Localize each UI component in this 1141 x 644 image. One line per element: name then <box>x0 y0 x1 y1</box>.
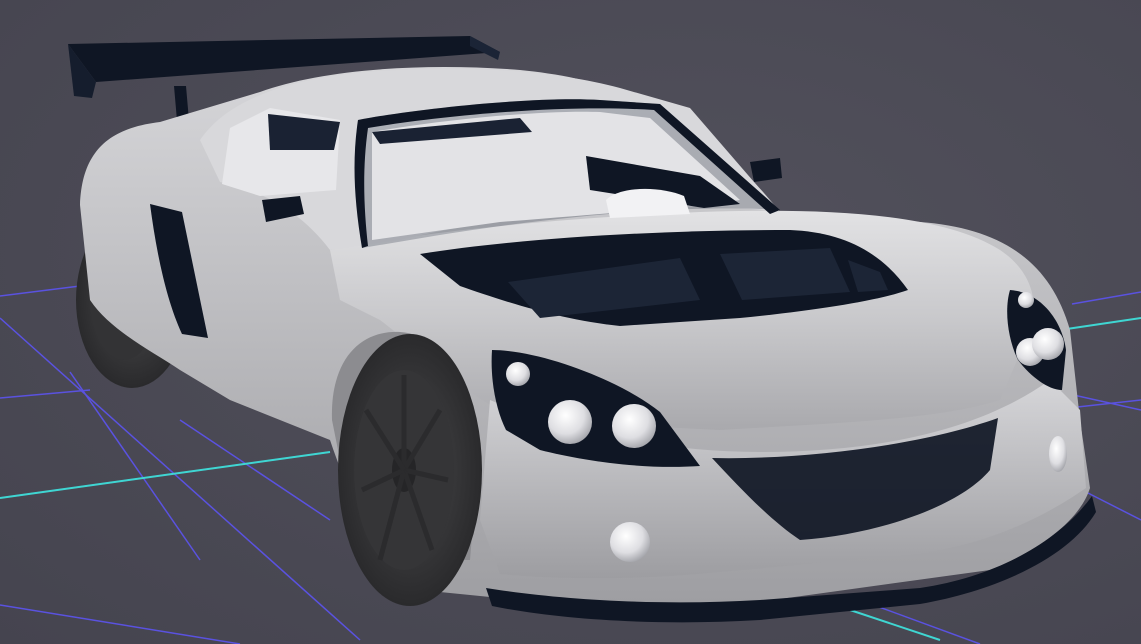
scene-canvas <box>0 36 1141 644</box>
car-model[interactable] <box>68 36 1096 623</box>
right-fog-light <box>1049 436 1067 472</box>
hood-vent-right <box>720 248 850 300</box>
right-headlight-outer <box>1032 328 1064 360</box>
grid-line <box>0 604 241 644</box>
grid-line <box>1071 291 1141 305</box>
left-headlight-outer <box>612 404 656 448</box>
grid-line <box>0 389 91 399</box>
left-headlight-small <box>506 362 530 386</box>
front-wheel <box>338 334 482 606</box>
grid-axis-line <box>1059 317 1141 331</box>
grid-line <box>0 285 81 297</box>
left-fog-light <box>610 522 650 562</box>
grid-axis-line <box>0 451 331 499</box>
grid-line <box>69 371 201 561</box>
left-headlight-inner <box>548 400 592 444</box>
right-mirror <box>750 158 782 182</box>
right-headlight-small <box>1018 292 1034 308</box>
3d-viewport[interactable] <box>0 0 1141 644</box>
